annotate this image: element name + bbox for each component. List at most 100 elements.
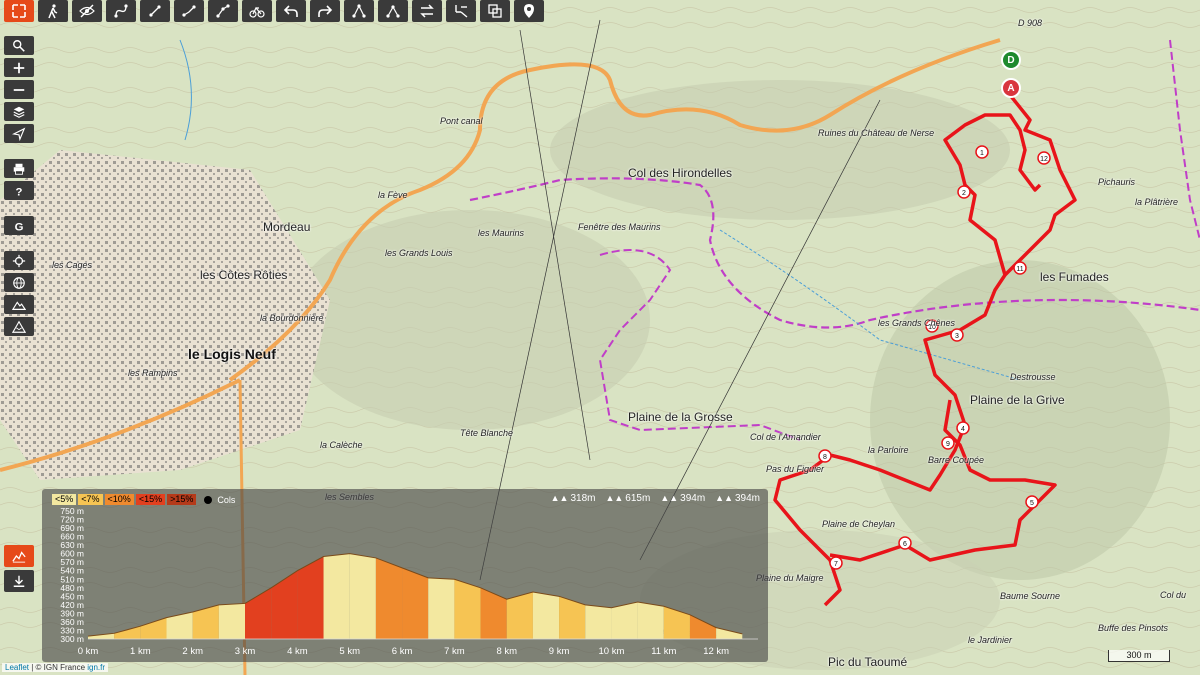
summit-elevation: 615m	[625, 493, 651, 504]
elevation-chart-button[interactable]	[4, 545, 34, 567]
leaflet-link[interactable]: Leaflet	[5, 663, 29, 672]
waypoint-8[interactable]: 8	[818, 449, 832, 463]
place-label-la-caleche: la Calèche	[320, 440, 363, 450]
crosshair-button[interactable]	[4, 251, 34, 270]
place-label-col-hirondelles: Col des Hirondelles	[628, 166, 733, 180]
reverse-route-button[interactable]	[174, 0, 204, 22]
waypoint-11[interactable]: 11	[1013, 261, 1027, 275]
profile-segment	[663, 606, 690, 639]
place-label-col-du: Col du	[1160, 590, 1187, 600]
waypoint-7[interactable]: 7	[829, 556, 843, 570]
place-label-plaine-grive: Plaine de la Grive	[970, 393, 1065, 407]
eye-off-button[interactable]	[72, 0, 102, 22]
marker-icon	[524, 4, 534, 18]
help-button[interactable]: ?	[4, 181, 34, 200]
locate-button[interactable]	[4, 124, 34, 143]
hiker-button[interactable]	[38, 0, 68, 22]
place-label-le-jardinier: le Jardinier	[968, 635, 1013, 645]
waypoint-number: 8	[823, 454, 827, 461]
search-button[interactable]	[4, 36, 34, 55]
profile-segment	[323, 553, 350, 639]
place-label-rampins: les Rampins	[128, 368, 178, 378]
terrain-button[interactable]	[4, 295, 34, 314]
profile-segment	[375, 557, 403, 639]
fullscreen-icon	[12, 4, 26, 18]
waypoint-2[interactable]: 2	[957, 185, 971, 199]
waypoint-4[interactable]: 4	[956, 421, 970, 435]
segment-button[interactable]	[140, 0, 170, 22]
x-tick-label: 9 km	[549, 646, 570, 657]
x-tick-label: 8 km	[496, 646, 517, 657]
waypoint-1[interactable]: 1	[975, 145, 989, 159]
map-attribution: Leaflet | © IGN France ign.fr	[2, 663, 109, 672]
layers-button[interactable]	[4, 102, 34, 121]
mountain-button[interactable]	[4, 317, 34, 336]
waypoint-number: 5	[1030, 500, 1034, 507]
elevation-chart-icon	[12, 551, 26, 563]
place-label-grands-chenes: les Grands Chênes	[878, 318, 956, 328]
swap-button[interactable]	[412, 0, 442, 22]
layers-copy-button[interactable]	[480, 0, 510, 22]
waypoint-number: 2	[962, 190, 966, 197]
fullscreen-button[interactable]	[4, 0, 34, 22]
place-label-destrousse: Destrousse	[1010, 372, 1056, 382]
place-label-pas-figuier: Pas du Figuier	[766, 464, 825, 474]
summit-list: ▲▲ 318m ▲▲ 615m ▲▲ 394m ▲▲ 394m	[551, 493, 760, 504]
waypoint-12[interactable]: 12	[1037, 151, 1051, 165]
mountain-icon	[12, 320, 26, 333]
undo-button[interactable]	[276, 0, 306, 22]
waypoint-3[interactable]: 3	[950, 328, 964, 342]
place-label-pic-taoume: Pic du Taoumé	[828, 655, 908, 669]
bike-button[interactable]	[242, 0, 272, 22]
split-button[interactable]	[378, 0, 408, 22]
summit-value: ▲▲ 394m	[715, 493, 760, 504]
route-node-button[interactable]	[344, 0, 374, 22]
y-tick-label: 300 m	[60, 634, 84, 644]
measure-button[interactable]	[446, 0, 476, 22]
profile-segment	[454, 579, 481, 639]
start-marker[interactable]: D	[1001, 50, 1021, 70]
zoom-in-icon	[13, 62, 25, 73]
end-marker[interactable]: A	[1001, 78, 1021, 98]
legend-item: <7%	[78, 494, 103, 505]
profile-segment	[349, 553, 376, 639]
zoom-out-button[interactable]	[4, 80, 34, 99]
x-tick-label: 4 km	[287, 646, 308, 657]
place-label-ruines: Ruines du Château de Nerse	[818, 128, 935, 138]
g-button[interactable]: G	[4, 216, 34, 235]
x-tick-label: 6 km	[392, 646, 413, 657]
ign-link[interactable]: ign.fr	[87, 663, 105, 672]
waypoint-number: 4	[961, 426, 965, 433]
help-icon: ?	[16, 186, 23, 198]
profile-segment	[402, 567, 429, 639]
crosshair-icon	[12, 254, 26, 267]
attribution-text: | © IGN France	[29, 663, 88, 672]
place-label-fenetre: Fenêtre des Maurins	[578, 222, 661, 232]
summit-elevation: 394m	[734, 493, 760, 504]
redo-button[interactable]	[310, 0, 340, 22]
route-button[interactable]	[106, 0, 136, 22]
legend-item: >15%	[167, 494, 197, 505]
waypoint-number: 12	[1040, 156, 1048, 163]
elevation-profile[interactable]: 750 m 720 m 690 m 660 m 630 m 600 m 570 m 540 m…	[42, 489, 768, 662]
x-tick-label: 7 km	[444, 646, 465, 657]
x-tick-label: 2 km	[182, 646, 203, 657]
waypoint-route-button[interactable]	[208, 0, 238, 22]
profile-segment	[480, 587, 507, 639]
place-label-la-platriere: la Plâtrière	[1135, 197, 1179, 207]
globe-button[interactable]	[4, 273, 34, 292]
waypoint-6[interactable]: 6	[898, 536, 912, 550]
x-tick-label: 0 km	[78, 646, 99, 657]
profile-segment	[218, 603, 246, 639]
download-button[interactable]	[4, 570, 34, 592]
marker-button[interactable]	[514, 0, 544, 22]
zoom-in-button[interactable]	[4, 58, 34, 77]
summit-icon: ▲▲	[550, 493, 569, 503]
waypoint-5[interactable]: 5	[1025, 495, 1039, 509]
waypoint-9[interactable]: 9	[941, 436, 955, 450]
summit-value: ▲▲ 318m	[551, 493, 596, 504]
waypoint-route-icon	[216, 4, 230, 18]
place-label-maurins: les Maurins	[478, 228, 525, 238]
print-button[interactable]	[4, 159, 34, 178]
scale-bar: 300 m	[1108, 650, 1170, 662]
